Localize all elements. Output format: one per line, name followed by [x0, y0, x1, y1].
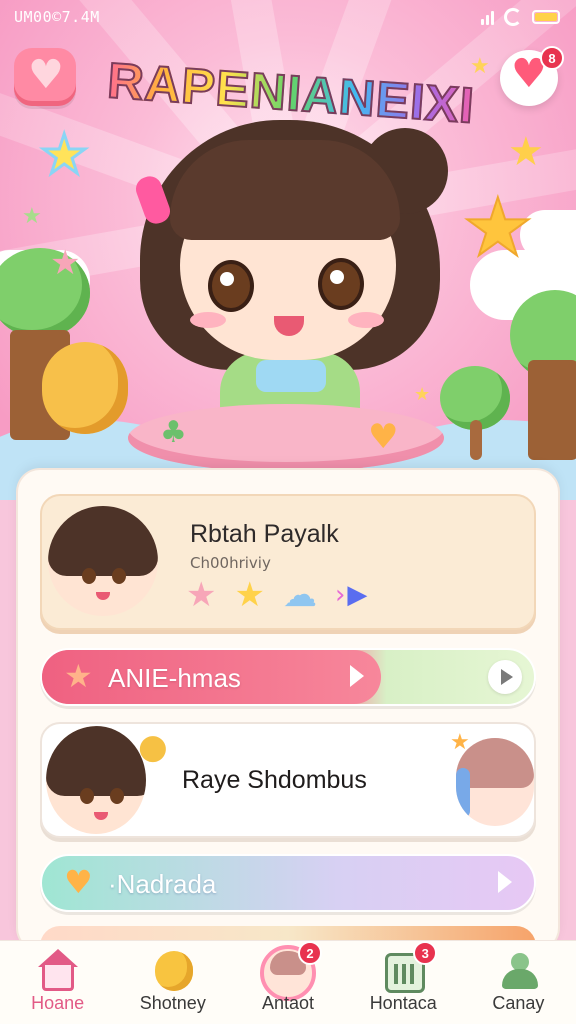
anime-label: ANIE-hmas	[108, 663, 241, 693]
notification-badge: 8	[540, 46, 564, 70]
nav-label: Hoane	[31, 993, 85, 1013]
nav-item-antaot[interactable]: 2 Antaot	[230, 941, 345, 1024]
star-icon: ★	[50, 243, 81, 283]
status-time: UM00©7.4M	[14, 8, 100, 26]
nav-item-home[interactable]: Hoane	[0, 941, 115, 1024]
sparkle-icon: ★	[470, 54, 490, 79]
friend-name: Raye Shdombus	[182, 766, 367, 794]
nav-item-hontaca[interactable]: 3 Hontaca	[346, 941, 461, 1024]
heart-icon: ♥	[368, 417, 399, 457]
friend-card[interactable]: ● Raye Shdombus ★	[40, 722, 536, 838]
nav-badge: 3	[413, 941, 438, 965]
person-icon	[494, 947, 542, 995]
nadrada-play-button[interactable]	[498, 871, 512, 893]
clover-icon: ♣	[160, 415, 187, 450]
hamster-character	[42, 342, 128, 434]
bottom-nav: Hoane Shotney 2 Antaot 3 Hontaca Canay	[0, 940, 576, 1024]
star-icon: ★	[38, 123, 89, 186]
nadrada-bar[interactable]: ♥ ·Nadrada	[40, 854, 536, 912]
play-icon[interactable]	[350, 665, 364, 687]
play-icon[interactable]: › ▶	[335, 580, 367, 610]
star-icon[interactable]: ★	[234, 578, 264, 612]
calendar-icon: 3	[379, 941, 438, 995]
chick-icon: ●	[138, 727, 168, 767]
nav-badge: 2	[298, 941, 322, 965]
hero-banner: 8 ★ ★ ★ ★ ★ ★ ★ ♣ ♥ RAPENIANEIXI UM00©7.…	[0, 0, 576, 500]
avatar-icon: 2	[260, 941, 322, 1001]
anime-progress-bar[interactable]: ★ ANIE-hmas	[40, 648, 536, 706]
sparkle-icon: ★	[414, 384, 431, 405]
profile-card[interactable]: Rbtah Payalk Ch00hriviy ★ ★ ☁ › ▶	[40, 494, 536, 630]
anime-play-button[interactable]	[488, 660, 522, 694]
nav-item-canay[interactable]: Canay	[461, 941, 576, 1024]
status-bar: UM00©7.4M	[0, 0, 576, 36]
star-icon: ★	[64, 657, 93, 695]
nav-label: Shotney	[139, 993, 206, 1013]
sparkle-icon: ★	[22, 204, 42, 229]
nadrada-label: ·Nadrada	[108, 869, 217, 899]
home-icon	[34, 947, 82, 995]
nav-label: Antaot	[261, 993, 315, 1013]
friend-avatar	[46, 726, 146, 834]
notification-heart-button[interactable]: 8	[500, 46, 564, 106]
nav-item-shotney[interactable]: Shotney	[115, 941, 230, 1024]
wifi-icon	[504, 8, 522, 26]
chick-icon	[149, 947, 197, 995]
heart-bubble-icon	[14, 48, 76, 106]
signal-icon	[481, 9, 494, 25]
star-icon[interactable]: ★	[186, 578, 216, 612]
profile-avatar	[48, 506, 158, 616]
profile-title: Rbtah Payalk	[190, 520, 339, 548]
battery-icon	[532, 10, 560, 24]
smiling-star-icon: ★	[461, 181, 535, 274]
heart-icon: ♥	[64, 863, 93, 901]
nav-label: Canay	[492, 993, 545, 1013]
cloud-icon[interactable]: ☁	[283, 578, 317, 612]
nav-label: Hontaca	[369, 993, 437, 1013]
profile-subtitle: Ch00hriviy	[190, 554, 271, 572]
sparkle-icon: ★	[450, 730, 470, 755]
star-icon: ★	[508, 129, 544, 175]
